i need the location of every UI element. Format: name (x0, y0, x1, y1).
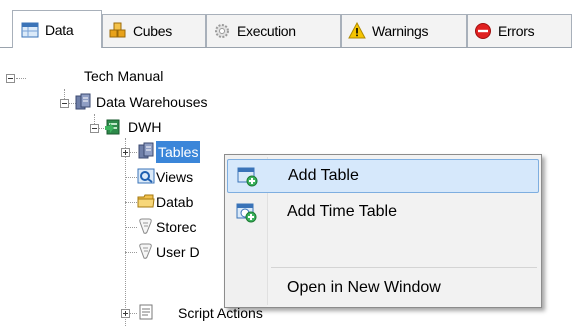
cubes-icon (109, 22, 126, 38)
context-menu: Add Table Add Time Table Open in New Win… (224, 154, 542, 308)
warning-triangle-icon (348, 22, 366, 39)
data-warehouse-icon (75, 93, 91, 110)
tree-node-label: Tables (156, 141, 201, 163)
views-icon (137, 168, 155, 184)
add-table-icon (237, 167, 258, 187)
error-circle-icon (475, 23, 491, 39)
tab-execution[interactable]: Execution (206, 14, 341, 47)
menu-item-label: Open in New Window (287, 279, 441, 296)
tab-errors[interactable]: Errors (467, 14, 572, 47)
script-scroll-icon (139, 243, 152, 259)
script-scroll-icon (139, 218, 152, 234)
tree-connector (125, 138, 126, 326)
tree-connector (125, 227, 137, 228)
add-time-table-icon (236, 203, 257, 223)
tab-errors-label: Errors (498, 23, 535, 39)
tree-node-label: Tech Manual (84, 68, 164, 84)
tree-connector (125, 177, 137, 178)
collapse-toggle[interactable] (6, 74, 15, 83)
data-grid-icon (21, 22, 39, 37)
tree-connector (16, 78, 26, 79)
menu-item-label: Add Time Table (287, 203, 397, 220)
tab-cubes-label: Cubes (133, 23, 172, 39)
tab-cubes[interactable]: Cubes (102, 14, 206, 47)
collapse-toggle[interactable] (60, 99, 69, 108)
menu-item-label: Add Table (288, 167, 359, 184)
tree-node-label: Views (156, 169, 194, 185)
tree-node-label: Storec (156, 219, 197, 235)
tab-warnings[interactable]: Warnings (341, 14, 467, 47)
menu-separator (271, 267, 537, 268)
menu-item-open-new-window[interactable]: Open in New Window (227, 271, 539, 305)
expand-toggle[interactable] (121, 148, 130, 157)
menu-item-add-table[interactable]: Add Table (227, 159, 539, 193)
tree-node-label: Data Warehouses (96, 94, 208, 110)
tree-node-label: Datab (156, 194, 194, 210)
script-actions-icon (139, 304, 153, 320)
tree-node-label: User D (156, 244, 200, 260)
tree-connector (129, 313, 137, 314)
collapse-toggle[interactable] (90, 124, 99, 133)
tree-connector (129, 152, 137, 153)
tree-connector (125, 252, 137, 253)
tables-icon (138, 142, 154, 159)
tab-data-label: Data (45, 21, 74, 38)
execution-gear-icon (215, 24, 229, 38)
dwh-database-icon (105, 119, 120, 135)
tab-data[interactable]: Data (12, 10, 102, 48)
menu-item-add-time-table[interactable]: Add Time Table (227, 195, 539, 229)
expand-toggle[interactable] (121, 309, 130, 318)
tab-execution-label: Execution (237, 23, 296, 39)
folder-icon (137, 194, 155, 208)
tab-warnings-label: Warnings (372, 23, 429, 39)
tree-node-label: DWH (128, 119, 162, 135)
tab-strip: Data Cubes Execution Warnings Errors (0, 0, 572, 50)
tree-connector (125, 202, 137, 203)
